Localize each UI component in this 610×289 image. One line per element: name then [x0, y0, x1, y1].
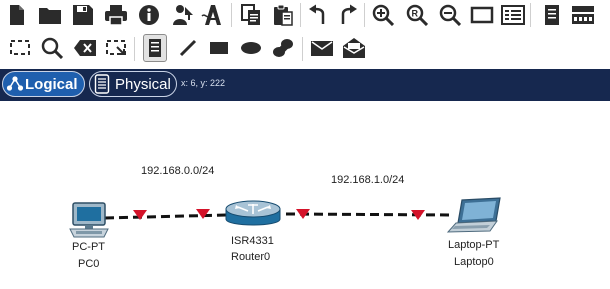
place-note-icon[interactable] — [143, 34, 167, 62]
save-icon[interactable] — [70, 2, 96, 28]
workspace-mode-bar: Logical Physical x: 6, y: 222 — [0, 69, 610, 101]
print-icon[interactable] — [103, 2, 129, 28]
laptop-icon[interactable] — [446, 197, 501, 233]
select-icon[interactable] — [7, 35, 33, 61]
inspect-icon[interactable] — [39, 35, 65, 61]
logical-workspace-canvas[interactable]: 192.168.0.0/24 192.168.1.0/24 PC-PT PC0 … — [0, 101, 610, 289]
zoom-reset-icon[interactable]: R — [404, 2, 430, 28]
device-name-label: Router0 — [231, 251, 271, 263]
info-icon[interactable] — [136, 2, 162, 28]
main-toolbar: R — [0, 0, 610, 30]
physical-rack-icon — [94, 74, 110, 98]
draw-ellipse-icon[interactable] — [238, 35, 264, 61]
svg-text:R: R — [412, 9, 419, 19]
zoom-out-icon[interactable] — [437, 2, 463, 28]
physical-tab-label: Physical — [115, 75, 171, 93]
link-pc0-router0[interactable] — [104, 213, 227, 220]
router-icon[interactable] — [225, 200, 281, 226]
pc-icon[interactable] — [69, 202, 109, 238]
custom-devices-icon[interactable] — [500, 2, 526, 28]
new-file-icon[interactable] — [4, 2, 30, 28]
draw-line-icon[interactable] — [175, 35, 201, 61]
add-simple-pdu-icon[interactable] — [309, 35, 335, 61]
device-model-label: ISR4331 — [231, 235, 274, 247]
open-folder-icon[interactable] — [37, 2, 63, 28]
drawing-toolbar — [0, 32, 610, 66]
device-model-label: Laptop-PT — [448, 239, 500, 251]
notes-icon[interactable] — [539, 2, 565, 28]
resize-icon[interactable] — [103, 35, 129, 61]
physical-tab[interactable]: Physical — [89, 71, 177, 97]
undo-icon[interactable] — [305, 2, 331, 28]
copy-icon[interactable] — [238, 2, 264, 28]
network-label: 192.168.1.0/24 — [331, 174, 405, 186]
link-router0-laptop0[interactable] — [285, 212, 453, 217]
logical-topology-icon — [6, 75, 24, 97]
paste-icon[interactable] — [270, 2, 296, 28]
python-ide-icon[interactable] — [200, 2, 226, 28]
activity-wizard-icon[interactable] — [169, 2, 195, 28]
device-name-label: PC0 — [78, 258, 100, 270]
device-template-icon[interactable] — [570, 2, 596, 28]
draw-rectangle-icon[interactable] — [206, 35, 232, 61]
delete-icon[interactable] — [72, 35, 98, 61]
network-label: 192.168.0.0/24 — [141, 165, 215, 177]
add-complex-pdu-icon[interactable] — [341, 35, 367, 61]
freeform-icon[interactable] — [270, 35, 296, 61]
redo-icon[interactable] — [335, 2, 361, 28]
logical-tab[interactable]: Logical — [2, 71, 85, 97]
logical-tab-label: Logical — [25, 75, 78, 93]
cursor-coordinates: x: 6, y: 222 — [181, 78, 226, 88]
drawing-palette-icon[interactable] — [469, 2, 495, 28]
zoom-in-icon[interactable] — [370, 2, 396, 28]
device-name-label: Laptop0 — [454, 256, 494, 268]
device-model-label: PC-PT — [72, 241, 105, 253]
